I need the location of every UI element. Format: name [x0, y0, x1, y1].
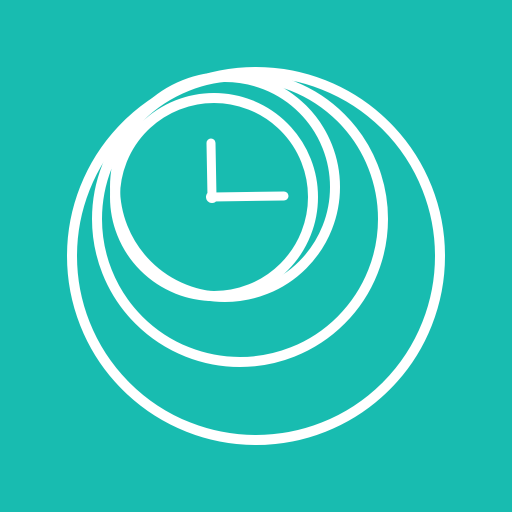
- clock-center-pivot: [206, 191, 218, 203]
- app-icon-canvas: [0, 0, 512, 512]
- clock-hour-hand: [206, 138, 217, 202]
- clock-minute-hand: [207, 191, 289, 202]
- clock-ripple-icon: [0, 0, 512, 512]
